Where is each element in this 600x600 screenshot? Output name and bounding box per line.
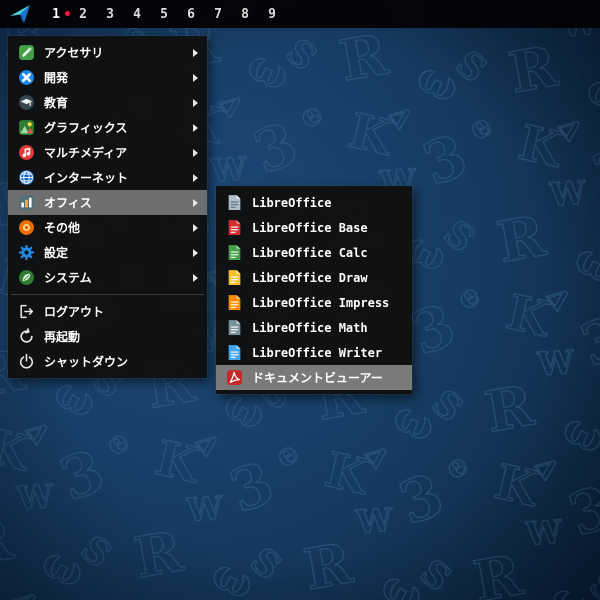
- submenu-item-libreoffice-impress[interactable]: LibreOffice Impress: [216, 290, 412, 315]
- menu-item-label: オフィス: [44, 196, 92, 210]
- menu-item-label: シャットダウン: [44, 355, 129, 369]
- menu-item-education[interactable]: 教育: [8, 90, 207, 115]
- libreoffice-math-icon: [226, 319, 243, 336]
- workspace-4[interactable]: 4: [133, 7, 141, 22]
- office-icon: [18, 194, 35, 211]
- submenu-item-libreoffice-calc[interactable]: LibreOffice Calc: [216, 240, 412, 265]
- settings-icon: [18, 244, 35, 261]
- submenu-arrow-icon: [193, 223, 198, 232]
- submenu-item-label: ドキュメントビューアー: [252, 371, 383, 385]
- active-workspace-indicator: [65, 11, 70, 16]
- development-icon: [18, 69, 35, 86]
- menu-item-logout[interactable]: ログアウト: [8, 299, 207, 324]
- graphics-icon: [18, 119, 35, 136]
- launcher-logo-icon[interactable]: [8, 2, 32, 26]
- desktop: R ω K 3 S W Δ e 1: [0, 0, 600, 600]
- libreoffice-calc-icon: [226, 244, 243, 261]
- submenu-arrow-icon: [193, 123, 198, 132]
- workspace-8[interactable]: 8: [241, 7, 249, 22]
- submenu-item-label: LibreOffice Writer: [252, 345, 383, 360]
- submenu-arrow-icon: [193, 148, 198, 157]
- libreoffice-draw-icon: [226, 269, 243, 286]
- submenu-arrow-icon: [193, 248, 198, 257]
- internet-icon: [18, 169, 35, 186]
- education-icon: [18, 94, 35, 111]
- workspace-9[interactable]: 9: [268, 7, 276, 22]
- workspace-3[interactable]: 3: [106, 7, 114, 22]
- submenu-item-libreoffice-math[interactable]: LibreOffice Math: [216, 315, 412, 340]
- menu-item-graphics[interactable]: グラフィックス: [8, 115, 207, 140]
- workspace-switcher: 1 2 3 4 5 6 7 8 9: [52, 0, 276, 28]
- libreoffice-base-icon: [226, 219, 243, 236]
- app-menu: アクセサリ 開発 教育 グラフィックス マルチメディア インターネット オフィス…: [8, 36, 207, 378]
- accessories-icon: [18, 44, 35, 61]
- menu-item-other[interactable]: その他: [8, 215, 207, 240]
- menu-item-development[interactable]: 開発: [8, 65, 207, 90]
- multimedia-icon: [18, 144, 35, 161]
- submenu-item-label: LibreOffice Math: [252, 320, 368, 335]
- menu-item-office[interactable]: オフィス: [8, 190, 207, 215]
- menu-item-settings[interactable]: 設定: [8, 240, 207, 265]
- menu-item-label: 再起動: [44, 330, 81, 344]
- menu-item-label: インターネット: [44, 171, 129, 185]
- menu-item-label: アクセサリ: [44, 46, 104, 60]
- menu-item-label: マルチメディア: [44, 146, 128, 160]
- submenu-item-libreoffice-draw[interactable]: LibreOffice Draw: [216, 265, 412, 290]
- submenu-item-document-viewer[interactable]: ドキュメントビューアー: [216, 365, 412, 390]
- other-icon: [18, 219, 35, 236]
- submenu-item-label: LibreOffice: [252, 195, 332, 210]
- libreoffice-icon: [226, 194, 243, 211]
- submenu-item-libreoffice-writer[interactable]: LibreOffice Writer: [216, 340, 412, 365]
- submenu-arrow-icon: [193, 173, 198, 182]
- submenu-item-libreoffice[interactable]: LibreOffice: [216, 190, 412, 215]
- menu-item-multimedia[interactable]: マルチメディア: [8, 140, 207, 165]
- submenu-item-libreoffice-base[interactable]: LibreOffice Base: [216, 215, 412, 240]
- top-bar: 1 2 3 4 5 6 7 8 9: [0, 0, 600, 28]
- menu-item-label: その他: [44, 221, 81, 235]
- menu-item-label: グラフィックス: [44, 121, 128, 135]
- workspace-6[interactable]: 6: [187, 7, 195, 22]
- menu-item-shutdown[interactable]: シャットダウン: [8, 349, 207, 374]
- menu-item-internet[interactable]: インターネット: [8, 165, 207, 190]
- menu-item-label: 教育: [44, 96, 69, 110]
- menu-item-label: ログアウト: [44, 305, 105, 319]
- menu-separator: [11, 294, 204, 295]
- menu-item-system[interactable]: システム: [8, 265, 207, 290]
- menu-item-label: システム: [44, 271, 92, 285]
- reboot-icon: [18, 328, 35, 345]
- menu-item-reboot[interactable]: 再起動: [8, 324, 207, 349]
- submenu-arrow-icon: [193, 73, 198, 82]
- menu-item-label: 設定: [44, 246, 69, 260]
- submenu-item-label: LibreOffice Calc: [252, 245, 368, 260]
- submenu-arrow-icon: [193, 198, 198, 207]
- menu-item-label: 開発: [44, 71, 69, 85]
- logout-icon: [18, 303, 35, 320]
- system-icon: [18, 269, 35, 286]
- submenu-item-label: LibreOffice Draw: [252, 270, 368, 285]
- libreoffice-impress-icon: [226, 294, 243, 311]
- office-submenu: LibreOffice LibreOffice Base LibreOffice…: [216, 186, 412, 394]
- submenu-item-label: LibreOffice Impress: [252, 295, 390, 310]
- workspace-1[interactable]: 1: [52, 7, 60, 22]
- submenu-item-label: LibreOffice Base: [252, 220, 368, 235]
- submenu-arrow-icon: [193, 273, 198, 282]
- document-viewer-icon: [226, 369, 243, 386]
- workspace-7[interactable]: 7: [214, 7, 222, 22]
- shutdown-icon: [18, 353, 35, 370]
- workspace-2[interactable]: 2: [79, 7, 87, 22]
- menu-item-accessories[interactable]: アクセサリ: [8, 40, 207, 65]
- workspace-5[interactable]: 5: [160, 7, 168, 22]
- submenu-arrow-icon: [193, 48, 198, 57]
- submenu-arrow-icon: [193, 98, 198, 107]
- libreoffice-writer-icon: [226, 344, 243, 361]
